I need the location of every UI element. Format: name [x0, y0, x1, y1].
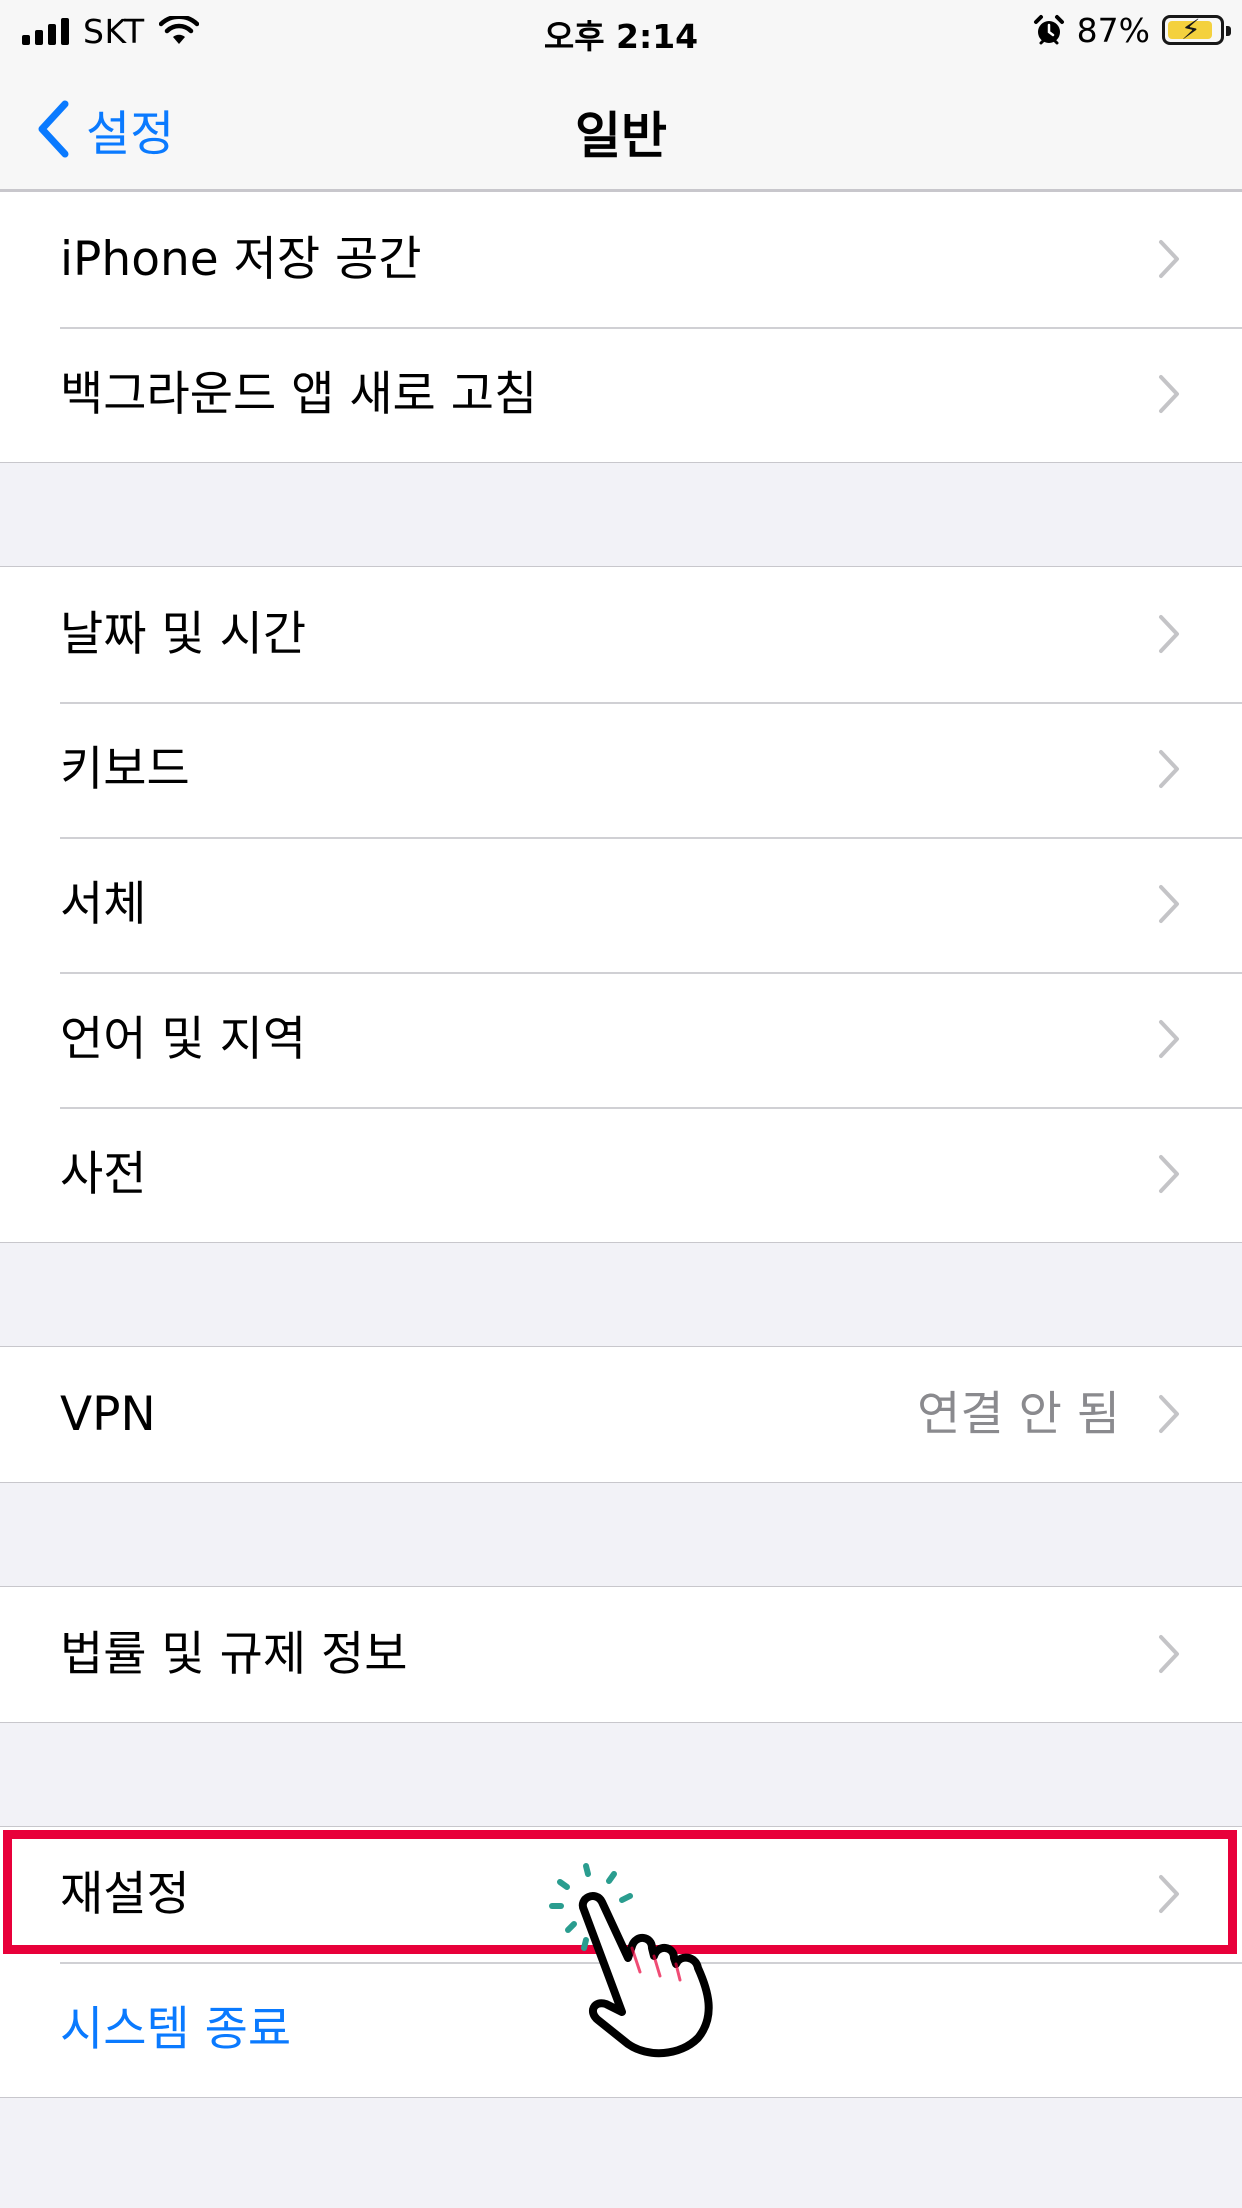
battery-percent: 87% [1076, 10, 1150, 50]
chevron-right-icon [1159, 240, 1179, 278]
alarm-icon [1033, 15, 1064, 45]
row-label: 재설정 [60, 1867, 190, 1922]
row-label: 사전 [60, 1147, 147, 1202]
status-bar: SKT 오후 2:14 87% ⚡ [0, 0, 1242, 60]
row-fonts[interactable]: 서체 [0, 837, 1242, 972]
page-title: 일반 [575, 107, 667, 165]
row-label: 언어 및 지역 [60, 1012, 307, 1067]
row-label: 키보드 [60, 742, 190, 797]
row-label: iPhone 저장 공간 [60, 232, 422, 287]
chevron-right-icon [1159, 1875, 1179, 1913]
chevron-right-icon [1159, 1395, 1179, 1433]
row-legal-regulatory[interactable]: 법률 및 규제 정보 [0, 1587, 1242, 1722]
settings-group-locale: 날짜 및 시간 키보드 서체 언어 및 지역 사전 [0, 566, 1242, 1243]
row-label: 서체 [60, 877, 147, 932]
status-right: 87% ⚡ [1033, 10, 1231, 50]
row-iphone-storage[interactable]: iPhone 저장 공간 [0, 192, 1242, 327]
tap-hand-icon [549, 1863, 713, 2058]
row-keyboard[interactable]: 키보드 [0, 702, 1242, 837]
chevron-right-icon [1159, 615, 1179, 653]
settings-group-legal: 법률 및 규제 정보 [0, 1586, 1242, 1723]
chevron-right-icon [1159, 1155, 1179, 1193]
chevron-right-icon [1159, 1020, 1179, 1058]
row-date-time[interactable]: 날짜 및 시간 [0, 567, 1242, 702]
chevron-right-icon [1159, 750, 1179, 788]
row-background-app-refresh[interactable]: 백그라운드 앱 새로 고침 [0, 327, 1242, 462]
chevron-right-icon [1159, 885, 1179, 923]
row-language-region[interactable]: 언어 및 지역 [0, 972, 1242, 1107]
navigation-bar: 설정 일반 [0, 60, 1242, 191]
settings-group-vpn: VPN 연결 안 됨 [0, 1346, 1242, 1483]
battery-charging-icon: ⚡ [1162, 14, 1231, 46]
row-label: 법률 및 규제 정보 [60, 1627, 408, 1682]
row-label: 백그라운드 앱 새로 고침 [60, 367, 538, 422]
chevron-right-icon [1159, 1635, 1179, 1673]
row-dictionary[interactable]: 사전 [0, 1107, 1242, 1242]
row-label: 날짜 및 시간 [60, 607, 307, 662]
chevron-right-icon [1159, 375, 1179, 413]
row-vpn[interactable]: VPN 연결 안 됨 [0, 1347, 1242, 1482]
vpn-status: 연결 안 됨 [917, 1387, 1120, 1442]
settings-group-storage: iPhone 저장 공간 백그라운드 앱 새로 고침 [0, 191, 1242, 463]
row-label: VPN [60, 1387, 156, 1442]
shut-down-label: 시스템 종료 [60, 2002, 292, 2057]
